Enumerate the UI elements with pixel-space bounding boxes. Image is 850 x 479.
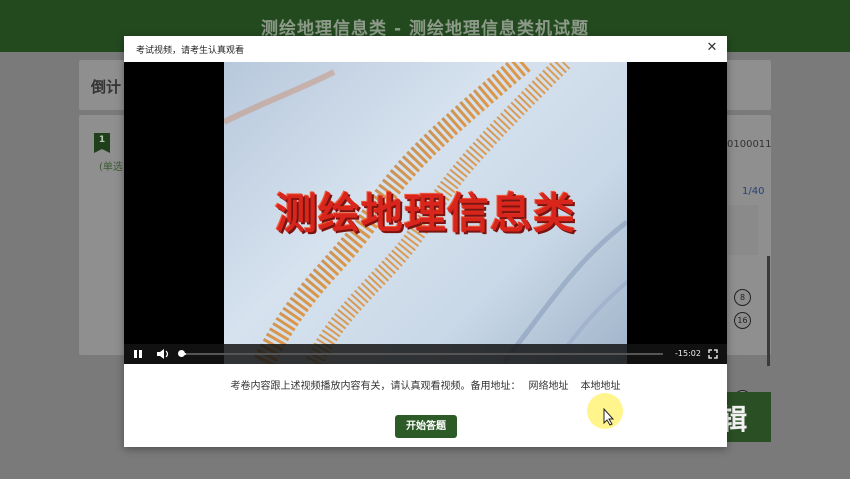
question-number-badge: 1 (94, 133, 110, 153)
scrollbar[interactable] (767, 256, 770, 366)
video-frame: 测绘地理信息类 (224, 62, 627, 364)
background-panel (728, 205, 758, 255)
close-icon[interactable]: ✕ (705, 41, 719, 55)
volume-icon[interactable] (156, 348, 170, 360)
pause-icon[interactable] (133, 349, 143, 359)
fullscreen-icon[interactable] (708, 349, 718, 359)
mouse-cursor-icon (603, 408, 615, 426)
exam-id: 0100011 (727, 139, 772, 150)
modal-title: 考试视频，请考生认真观看 (136, 45, 245, 56)
app-title: 测绘地理信息类 - 测绘地理信息类机试题 (261, 18, 589, 39)
video-notice: 考卷内容跟上述视频播放内容有关，请认真观看视频。备用地址： 网络地址 本地地址 (124, 377, 727, 392)
local-address-link[interactable]: 本地地址 (581, 381, 621, 392)
question-progress: 1/40 (742, 186, 765, 197)
question-type-label: (单选 (99, 162, 123, 173)
answer-circle[interactable]: 16 (734, 312, 751, 329)
network-address-link[interactable]: 网络地址 (529, 381, 569, 392)
answer-circle[interactable]: 8 (734, 289, 751, 306)
video-progress-track[interactable] (181, 353, 663, 355)
video-progress-knob[interactable] (178, 350, 185, 357)
video-time: -15:02 (675, 349, 701, 358)
video-modal: 考试视频，请考生认真观看 ✕ 测绘地理信息类 -15:02 考卷内容跟上述视频播… (124, 36, 727, 447)
notice-text: 考卷内容跟上述视频播放内容有关，请认真观看视频。备用地址： (230, 381, 521, 392)
video-controls: -15:02 (124, 344, 727, 364)
modal-titlebar: 考试视频，请考生认真观看 (124, 36, 727, 62)
start-answering-button[interactable]: 开始答题 (395, 415, 457, 438)
video-player[interactable]: 测绘地理信息类 -15:02 (124, 62, 727, 364)
video-caption: 测绘地理信息类 (274, 189, 576, 238)
countdown-label: 倒计 (91, 78, 122, 96)
